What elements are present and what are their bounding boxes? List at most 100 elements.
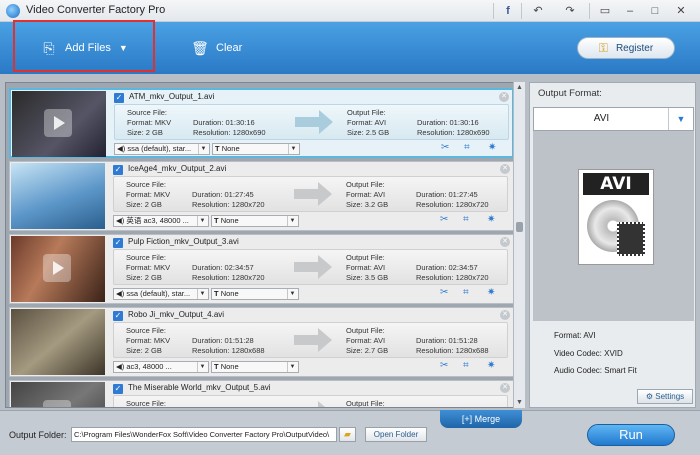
play-icon[interactable] [44,109,72,137]
clear-label: Clear [216,42,243,54]
file-checkbox[interactable]: ✓ [113,384,123,394]
add-files-button[interactable]: ⎘ Add Files ▼ [41,40,128,56]
cut-icon[interactable]: ✂ [440,287,448,298]
source-format: Format: MKV [127,118,172,127]
output-format: Format: AVI [346,263,386,272]
scroll-down-icon[interactable]: ▼ [514,397,525,408]
speaker-icon: ◀) [116,289,125,298]
subtitle-dropdown[interactable]: T None ▼ [211,288,299,300]
effects-icon[interactable]: ✷ [487,360,495,371]
play-icon[interactable] [43,400,71,407]
audio-track-dropdown[interactable]: ◀) ssa (default), star... ▼ [113,288,209,300]
effects-icon[interactable]: ✷ [488,142,496,153]
subtitle-icon: T [214,289,219,298]
minimize-icon[interactable]: – [619,2,641,20]
remove-file-icon[interactable]: ✕ [499,92,509,102]
maximize-icon[interactable]: □ [644,2,666,20]
cut-icon[interactable]: ✂ [441,142,449,153]
file-row[interactable]: ✓ IceAge4_mkv_Output_2.avi ✕ Source File… [9,161,514,231]
source-label: Source File: [126,180,167,189]
browse-folder-icon[interactable]: ▰ [339,427,356,442]
output-resolution: Resolution: 1280x720 [416,200,489,209]
audio-track-dropdown[interactable]: ◀) ssa (default), star... ▼ [114,143,210,155]
close-icon[interactable]: ✕ [670,2,692,20]
remove-file-icon[interactable]: ✕ [500,237,510,247]
chevron-down-icon: ▼ [198,144,208,154]
output-size: Size: 3.2 GB [346,200,389,209]
register-button[interactable]: ⚿ Register [577,37,675,59]
audio-track-value: ssa (default), star... [126,289,191,298]
clear-button[interactable]: 🗑 Clear [191,40,243,56]
facebook-icon[interactable]: f [497,2,519,20]
output-format-dropdown[interactable]: AVI ▼ [533,107,694,131]
run-button[interactable]: Run [587,424,675,446]
app-logo [6,4,20,18]
chevron-down-icon[interactable]: ▼ [119,43,128,53]
subtitle-icon: T [214,216,219,225]
file-info: Source File: Format: MKV Duration: 01:27… [113,176,508,212]
output-format-label: Output Format: [538,88,602,99]
source-duration: Duration: 01:51:28 [192,336,254,345]
audio-track-dropdown[interactable]: ◀) ac3, 48000 ... ▼ [113,361,209,373]
source-resolution: Resolution: 1280x720 [192,200,265,209]
chevron-down-icon[interactable]: ▼ [668,108,693,130]
source-format: Format: MKV [126,190,171,199]
video-thumbnail [11,163,105,229]
format-info: Format: AVI [554,331,596,340]
file-checkbox[interactable]: ✓ [113,238,123,248]
file-checkbox[interactable]: ✓ [113,311,123,321]
crop-icon[interactable]: ⌗ [464,142,470,153]
register-label: Register [615,42,654,54]
file-info: Source File: Output File: [113,395,508,408]
play-icon[interactable] [43,254,71,282]
undo-icon[interactable]: ↶ [527,2,549,20]
crop-icon[interactable]: ⌗ [463,287,469,298]
redo-icon[interactable]: ↷ [559,2,581,20]
file-row[interactable]: ✓ Pulp Fiction_mkv_Output_3.avi ✕ Source… [9,234,514,304]
subtitle-dropdown[interactable]: T None ▼ [212,143,300,155]
scroll-up-icon[interactable]: ▲ [514,82,525,93]
merge-button[interactable]: [+] Merge [440,410,522,428]
file-row[interactable]: ✓ The Miserable World_mkv_Output_5.avi ✕… [9,380,514,408]
cut-icon[interactable]: ✂ [440,214,448,225]
gear-icon: ⚙ [645,392,654,401]
file-checkbox[interactable]: ✓ [114,93,124,103]
file-row[interactable]: ✓ ATM_mkv_Output_1.avi ✕ Source File: Fo… [9,88,514,158]
settings-button[interactable]: ⚙ Settings [637,389,693,404]
subtitle-dropdown[interactable]: T None ▼ [211,215,299,227]
audio-track-value: 英语 ac3, 48000 ... [126,216,189,225]
video-codec-info: Video Codec: XVID [554,349,623,358]
source-format: Format: MKV [126,336,171,345]
titlebar-divider [589,3,590,19]
effects-icon[interactable]: ✷ [487,287,495,298]
chevron-down-icon: ▼ [288,144,298,154]
crop-icon[interactable]: ⌗ [463,214,469,225]
scroll-thumb[interactable] [516,222,523,232]
open-folder-button[interactable]: Open Folder [365,427,427,442]
output-resolution: Resolution: 1280x690 [417,128,490,137]
file-info: Source File: Format: MKV Duration: 02:34… [113,249,508,285]
output-label: Output File: [346,399,385,408]
source-duration: Duration: 02:34:57 [192,263,254,272]
film-icon [617,222,645,256]
cut-icon[interactable]: ✂ [440,360,448,371]
output-label: Output File: [347,108,386,117]
chevron-down-icon: ▼ [197,216,207,226]
chevron-down-icon: ▼ [197,289,207,299]
subtitle-dropdown[interactable]: T None ▼ [211,361,299,373]
titlebar-divider [521,3,522,19]
file-row[interactable]: ✓ Robo Ji_mkv_Output_4.avi ✕ Source File… [9,307,514,377]
crop-icon[interactable]: ⌗ [463,360,469,371]
remove-file-icon[interactable]: ✕ [500,383,510,393]
remove-file-icon[interactable]: ✕ [500,310,510,320]
chat-icon[interactable]: ▭ [594,2,616,20]
file-list-scrollbar[interactable]: ▲ ▼ [513,82,525,408]
audio-track-dropdown[interactable]: ◀) 英语 ac3, 48000 ... ▼ [113,215,209,227]
output-folder-path[interactable]: C:\Program Files\WonderFox Soft\Video Co… [71,427,337,442]
file-checkbox[interactable]: ✓ [113,165,123,175]
convert-arrow-icon [294,401,334,407]
chevron-down-icon: ▼ [287,289,297,299]
effects-icon[interactable]: ✷ [487,214,495,225]
subtitle-value: None [220,289,239,298]
remove-file-icon[interactable]: ✕ [500,164,510,174]
